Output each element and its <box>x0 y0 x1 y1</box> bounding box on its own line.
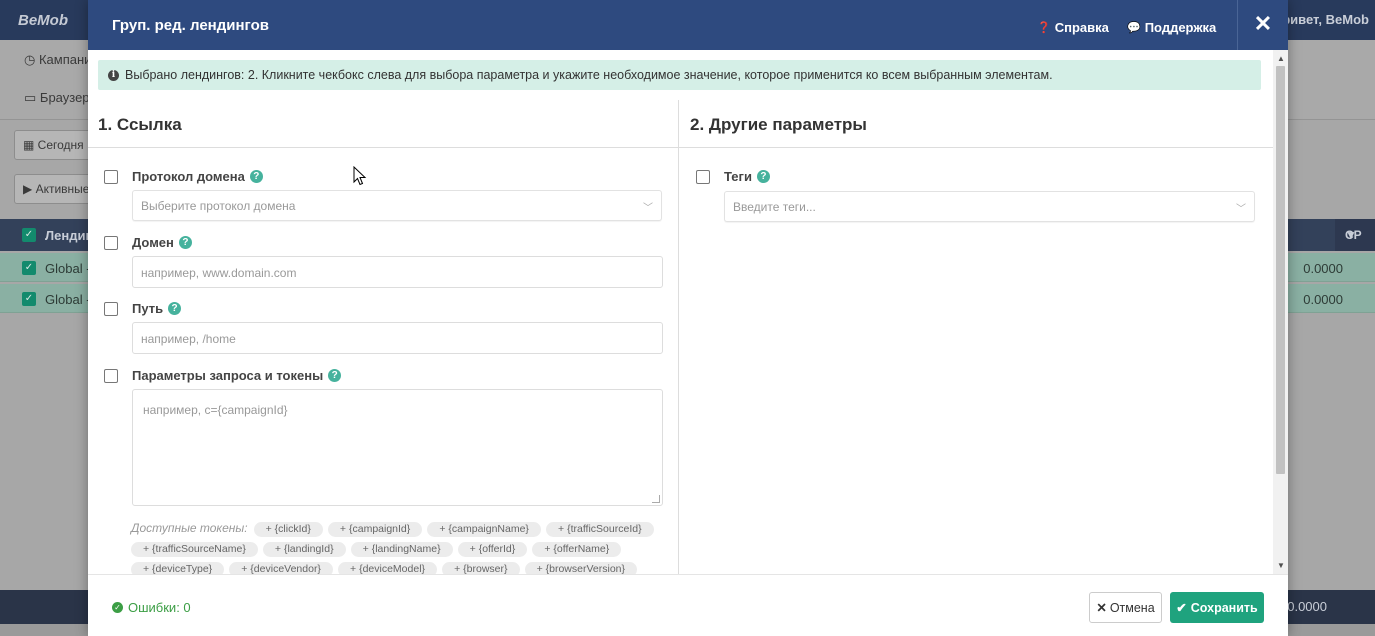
domain-protocol-checkbox[interactable] <box>104 169 118 184</box>
modal-footer: ✓ Ошибки: 0 ✕ Отмена ✔ Сохранить <box>88 574 1288 636</box>
token-chip[interactable]: + {landingId} <box>262 542 346 557</box>
token-chip[interactable]: + {deviceType} <box>131 562 225 574</box>
vertical-scrollbar[interactable]: ▲ ▼ <box>1273 50 1288 574</box>
calendar-icon: ▦ <box>23 138 38 152</box>
select-all-checkbox: ✓ <box>22 228 36 242</box>
path-label: Путь ? <box>104 301 182 316</box>
row-checkbox: ✓ <box>22 292 36 306</box>
token-chip[interactable]: + {deviceVendor} <box>229 562 333 574</box>
query-params-label: Параметры запроса и токены ? <box>104 368 342 383</box>
token-chip[interactable]: + {offerId} <box>457 542 528 557</box>
check-circle-icon: ✓ <box>112 602 123 613</box>
token-chip[interactable]: + {browserVersion} <box>524 562 638 574</box>
status-filter: ▶ Активные <box>14 174 94 204</box>
table-header-col-right: ▼ CP <box>1335 219 1375 251</box>
scroll-up-icon[interactable]: ▲ <box>1277 54 1285 63</box>
token-chip[interactable]: + {trafficSourceId} <box>546 522 654 537</box>
token-chip[interactable]: + {campaignName} <box>427 522 541 537</box>
scrollbar-thumb[interactable] <box>1276 66 1285 474</box>
domain-checkbox[interactable] <box>104 235 118 250</box>
save-button[interactable]: ✔ Сохранить <box>1170 592 1264 623</box>
info-icon: i <box>108 69 119 81</box>
help-icon[interactable]: ? <box>756 170 770 183</box>
help-icon[interactable]: ? <box>249 170 263 183</box>
row-value: 0.0000 <box>1303 261 1343 276</box>
errors-status: ✓ Ошибки: 0 <box>112 600 191 615</box>
domain-input[interactable]: например, www.domain.com <box>132 256 663 288</box>
question-circle-icon: ❓ <box>1037 22 1051 34</box>
help-icon[interactable]: ? <box>178 236 192 249</box>
column-divider <box>678 100 679 574</box>
query-params-textarea[interactable]: например, c={campaignId} <box>132 389 663 506</box>
resize-handle[interactable] <box>652 495 660 503</box>
app-logo: BeMob <box>18 12 68 29</box>
campaigns-icon: ◷ <box>24 52 39 67</box>
chevron-down-icon: ﹀ <box>643 203 653 214</box>
chevron-down-icon: ﹀ <box>1236 204 1246 215</box>
close-icon: ✕ <box>1096 601 1107 615</box>
info-message: Выбрано лендингов: 2. Кликните чекбокс с… <box>125 68 1053 82</box>
token-chip[interactable]: + {campaignId} <box>327 522 423 537</box>
row-value: 0.0000 <box>1303 292 1343 307</box>
tokens-label: Доступные токены: <box>131 521 248 535</box>
modal-header: Груп. ред. лендингов ❓ Справка 💬 Поддерж… <box>88 0 1288 50</box>
help-icon[interactable]: ? <box>328 369 342 382</box>
domain-protocol-select[interactable]: Выберите протокол домена ﹀ <box>132 190 662 221</box>
token-chip[interactable]: + {clickId} <box>253 522 323 537</box>
help-icon[interactable]: ? <box>168 302 182 315</box>
token-chip[interactable]: + {deviceModel} <box>338 562 438 574</box>
section-other-title: 2. Другие параметры <box>690 115 867 134</box>
checkmark-icon: ✔ <box>1176 601 1187 615</box>
footer-total: 0.0000 <box>1287 599 1327 614</box>
cancel-button[interactable]: ✕ Отмена <box>1089 592 1162 623</box>
browser-icon: ▭ <box>24 90 40 105</box>
modal-title: Груп. ред. лендингов <box>112 17 269 34</box>
support-link[interactable]: 💬 Поддержка <box>1127 20 1216 35</box>
row-name: Global - <box>45 261 91 276</box>
date-filter: ▦ Сегодня <box>14 130 94 160</box>
token-chip[interactable]: + {landingName} <box>350 542 453 557</box>
section-divider <box>679 147 1273 148</box>
section-link-title: 1. Ссылка <box>98 115 182 134</box>
query-params-checkbox[interactable] <box>104 368 118 383</box>
bulk-edit-landings-modal: Груп. ред. лендингов ❓ Справка 💬 Поддерж… <box>88 0 1288 636</box>
info-alert: i Выбрано лендингов: 2. Кликните чекбокс… <box>98 60 1261 90</box>
tags-label: Теги ? <box>696 169 770 184</box>
row-checkbox: ✓ <box>22 261 36 275</box>
domain-protocol-label: Протокол домена ? <box>104 169 263 184</box>
tags-input[interactable]: Введите теги... ﹀ <box>724 191 1255 222</box>
token-chip[interactable]: + {offerName} <box>532 542 622 557</box>
domain-label: Домен ? <box>104 235 192 250</box>
tags-checkbox[interactable] <box>696 169 710 184</box>
modal-body: i Выбрано лендингов: 2. Кликните чекбокс… <box>88 50 1273 574</box>
path-checkbox[interactable] <box>104 301 118 316</box>
scroll-down-icon[interactable]: ▼ <box>1277 561 1285 570</box>
mouse-cursor-icon <box>353 166 367 186</box>
token-chip[interactable]: + {browser} <box>442 562 520 574</box>
close-icon: ✕ <box>1253 11 1273 36</box>
help-link[interactable]: ❓ Справка <box>1037 20 1109 35</box>
token-chip[interactable]: + {trafficSourceName} <box>131 542 258 557</box>
close-button[interactable]: ✕ <box>1237 0 1288 50</box>
section-divider <box>88 147 678 148</box>
chat-icon: 💬 <box>1127 22 1141 34</box>
available-tokens: Доступные токены: + {clickId} + {campaig… <box>131 519 666 574</box>
path-input[interactable]: например, /home <box>132 322 663 354</box>
row-name: Global - <box>45 292 91 307</box>
play-icon: ▶ <box>23 182 36 196</box>
